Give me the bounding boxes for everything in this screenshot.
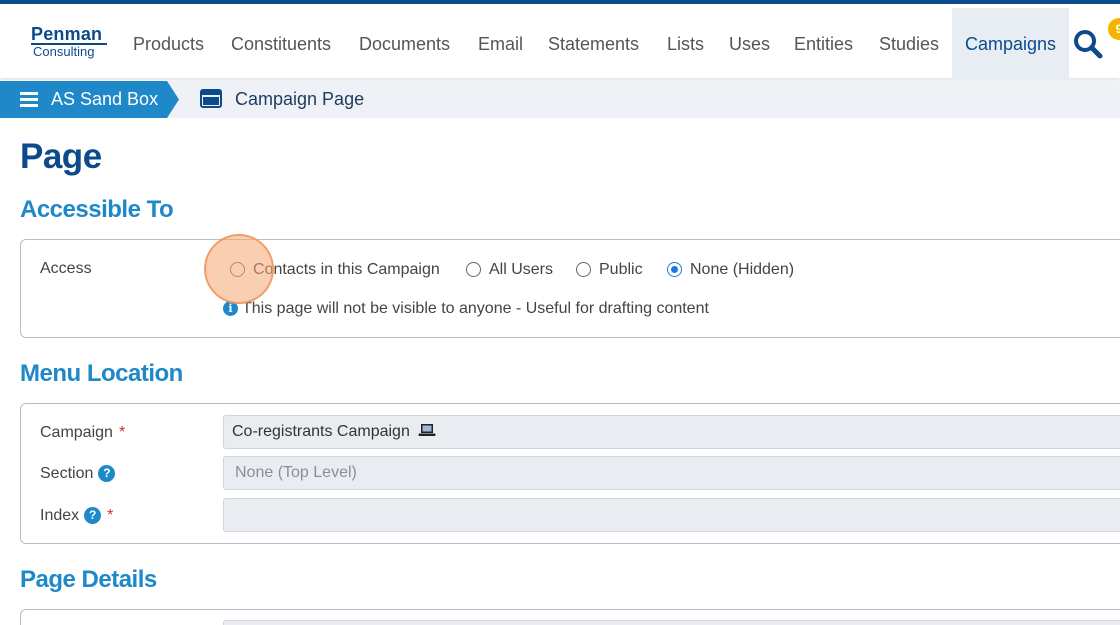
radio-label: Contacts in this Campaign xyxy=(253,261,440,278)
search-icon[interactable] xyxy=(1072,28,1104,60)
radio-label: Public xyxy=(599,261,643,278)
nav-documents[interactable]: Documents xyxy=(359,8,450,80)
penman-logo[interactable]: Penman Consulting xyxy=(31,25,107,61)
page-details-panel xyxy=(20,609,1120,625)
campaign-label-text: Campaign xyxy=(40,424,113,441)
click-indicator xyxy=(204,234,274,304)
access-hint: i This page will not be visible to anyone… xyxy=(223,300,709,318)
notification-badge[interactable]: 9 xyxy=(1108,18,1120,40)
campaign-field-value: Co-registrants Campaign xyxy=(232,423,410,440)
breadcrumb-root-label: AS Sand Box xyxy=(51,89,159,109)
menu-location-panel: Campaign * Co-registrants Campaign Sectio… xyxy=(20,403,1120,544)
laptop-icon xyxy=(418,424,436,436)
radio-button-selected[interactable] xyxy=(667,262,682,277)
radio-label: All Users xyxy=(489,261,554,278)
nav-constituents[interactable]: Constituents xyxy=(231,8,331,80)
campaign-field[interactable]: Co-registrants Campaign xyxy=(223,415,1120,449)
nav-uses[interactable]: Uses xyxy=(729,8,770,80)
accessible-to-heading: Accessible To xyxy=(20,196,174,223)
nav-email[interactable]: Email xyxy=(478,8,523,80)
radio-button[interactable] xyxy=(466,262,481,277)
breadcrumb-current-label: Campaign Page xyxy=(235,89,365,109)
page-details-heading: Page Details xyxy=(20,566,157,593)
section-label: Section? xyxy=(40,465,116,483)
nav-statements[interactable]: Statements xyxy=(548,8,639,80)
help-icon[interactable]: ? xyxy=(98,465,116,482)
campaign-label: Campaign * xyxy=(40,424,125,442)
required-mark: * xyxy=(107,507,114,524)
page-title: Page xyxy=(20,137,102,176)
index-field[interactable] xyxy=(223,498,1120,532)
access-hint-text: This page will not be visible to anyone … xyxy=(242,300,709,317)
index-label-text: Index xyxy=(40,507,80,524)
breadcrumb: AS Sand Box Campaign Page xyxy=(0,81,1120,118)
nav-studies[interactable]: Studies xyxy=(879,8,939,80)
radio-label: None (Hidden) xyxy=(690,261,795,278)
section-label-text: Section xyxy=(40,465,94,482)
required-mark: * xyxy=(118,424,126,441)
section-field[interactable]: None (Top Level) xyxy=(223,456,1120,490)
nav-lists[interactable]: Lists xyxy=(667,8,704,80)
index-label: Index? * xyxy=(40,507,113,525)
help-icon[interactable]: ? xyxy=(84,507,102,524)
section-field-placeholder: None (Top Level) xyxy=(235,464,357,481)
page-details-field[interactable] xyxy=(223,620,1120,625)
nav-products[interactable]: Products xyxy=(133,8,204,80)
logo-line2: Consulting xyxy=(33,44,95,59)
nav-entities[interactable]: Entities xyxy=(794,8,853,80)
menu-location-heading: Menu Location xyxy=(20,360,183,387)
logo-line1: Penman xyxy=(31,25,107,45)
breadcrumb-root[interactable]: AS Sand Box xyxy=(0,81,180,118)
accessible-to-panel: Access Contacts in this Campaign All Use… xyxy=(20,239,1120,338)
nav-campaigns[interactable]: Campaigns xyxy=(952,8,1070,80)
calendar-icon xyxy=(200,89,222,108)
access-label: Access xyxy=(40,260,92,277)
radio-button[interactable] xyxy=(576,262,591,277)
hamburger-icon xyxy=(20,92,38,107)
top-navigation: Penman Consulting Products Constituents … xyxy=(0,0,1120,80)
